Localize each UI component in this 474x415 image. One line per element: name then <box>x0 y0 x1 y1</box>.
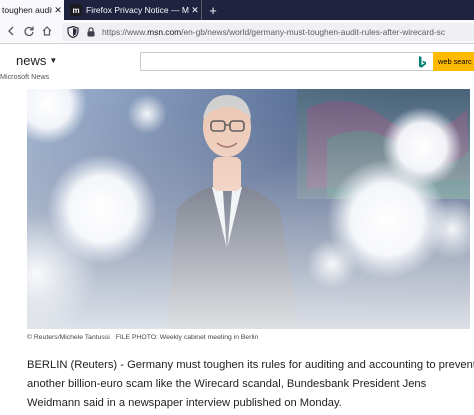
web-search-button[interactable]: web searc <box>433 52 474 71</box>
mozilla-m-icon: m <box>70 4 82 16</box>
article-body: BERLIN (Reuters) - Germany must toughen … <box>27 356 474 413</box>
navigation-toolbar: https://www.msn.com/en-gb/news/world/ger… <box>0 20 474 44</box>
sub-brand: Microsoft News <box>0 72 50 81</box>
close-icon[interactable]: ✕ <box>189 5 201 16</box>
photo-illustration <box>27 89 470 329</box>
tab-label: toughen audit r <box>2 5 52 15</box>
site-header: news ▼ Microsoft News web searc <box>0 45 474 85</box>
search-input[interactable]: web searc <box>140 52 474 71</box>
article-line: Weidmann said in a newspaper interview p… <box>27 397 342 409</box>
tab-label: Firefox Privacy Notice — Mozil <box>86 5 189 15</box>
tab-article[interactable]: toughen audit r ✕ <box>0 0 64 20</box>
url-text: https://www.msn.com/en-gb/news/world/ger… <box>102 27 446 37</box>
shield-icon[interactable] <box>66 25 80 39</box>
section-menu[interactable]: news ▼ <box>16 53 57 68</box>
photo-credit: © Reuters/Michele Tantussi <box>27 334 110 341</box>
chevron-down-icon: ▼ <box>49 56 58 65</box>
tab-strip: toughen audit r ✕ m Firefox Privacy Noti… <box>0 0 474 20</box>
photo-caption-text: FILE PHOTO: Weekly cabinet meeting in Be… <box>115 334 259 341</box>
tab-firefox-privacy[interactable]: m Firefox Privacy Notice — Mozil ✕ <box>66 0 202 20</box>
article-line: another billion-euro scam like the Wirec… <box>27 378 427 390</box>
article-photo <box>27 89 470 329</box>
photo-caption: © Reuters/Michele Tantussi FILE PHOTO: We… <box>27 334 258 341</box>
back-icon[interactable] <box>4 24 18 38</box>
new-tab-button[interactable]: + <box>205 0 221 20</box>
close-icon[interactable]: ✕ <box>52 5 64 16</box>
section-title: news <box>16 53 47 68</box>
article-line: BERLIN (Reuters) - Germany must toughen … <box>27 359 474 371</box>
reload-icon[interactable] <box>22 24 36 38</box>
bing-logo-icon <box>419 56 426 68</box>
lock-icon[interactable] <box>85 26 97 38</box>
address-bar[interactable]: https://www.msn.com/en-gb/news/world/ger… <box>62 23 474 41</box>
home-icon[interactable] <box>40 24 54 38</box>
